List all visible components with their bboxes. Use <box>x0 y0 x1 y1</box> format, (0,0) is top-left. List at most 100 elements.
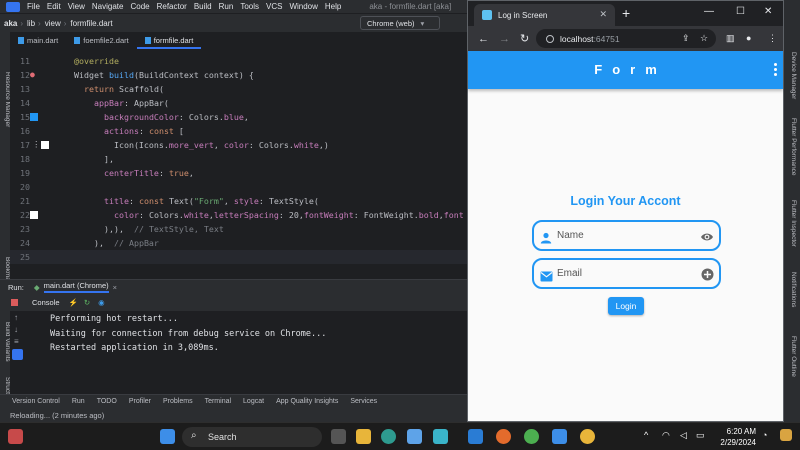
menu-help[interactable]: Help <box>325 2 341 11</box>
menu-code[interactable]: Code <box>130 2 149 11</box>
notifications-tool[interactable]: Notifications <box>787 272 797 307</box>
volume-icon[interactable]: ◁ <box>680 430 687 441</box>
site-info-icon[interactable] <box>546 34 554 43</box>
vscode-icon[interactable] <box>468 429 483 444</box>
add-circle-icon[interactable] <box>701 268 714 286</box>
breadcrumb-lib[interactable]: lib <box>27 19 35 28</box>
menu-window[interactable]: Window <box>289 2 317 11</box>
menu-refactor[interactable]: Refactor <box>157 2 187 11</box>
battery-icon[interactable]: ▭ <box>696 430 705 441</box>
line-number: 12 <box>20 70 30 80</box>
share-icon[interactable]: ⇪ <box>682 33 690 44</box>
side-panel-icon[interactable]: ▥ <box>726 33 735 44</box>
color-swatch-icon[interactable] <box>41 141 49 149</box>
email-field[interactable]: Email <box>532 258 721 289</box>
tool-profiler[interactable]: Profiler <box>129 398 151 405</box>
console-output[interactable]: Performing hot restart... Waiting for co… <box>26 311 467 394</box>
tool-terminal[interactable]: Terminal <box>205 398 231 405</box>
visibility-icon[interactable] <box>700 230 714 248</box>
start-icon[interactable] <box>160 429 175 444</box>
file-explorer-icon[interactable] <box>356 429 371 444</box>
login-button[interactable]: Login <box>608 297 644 315</box>
line-number: 22 <box>20 210 30 220</box>
scroll-to-end-icon[interactable] <box>12 349 23 360</box>
name-field[interactable]: Name <box>532 220 721 251</box>
chrome-menu-icon[interactable]: ⋮ <box>768 33 777 44</box>
close-icon[interactable]: × <box>113 283 117 292</box>
hot-reload-icon[interactable]: ⚡ <box>69 298 78 307</box>
minimize-icon[interactable]: — <box>704 6 714 17</box>
wifi-icon[interactable]: ◠ <box>662 430 670 441</box>
menu-tools[interactable]: Tools <box>240 2 259 11</box>
taskbar-search[interactable]: ⌕ Search <box>182 427 322 447</box>
tool-version-control[interactable]: Version Control <box>12 398 60 405</box>
profile-icon[interactable]: ● <box>746 33 751 43</box>
menu-file[interactable]: File <box>27 2 40 11</box>
soft-wrap-icon[interactable]: ≡ <box>14 337 26 346</box>
tool-problems[interactable]: Problems <box>163 398 193 405</box>
edge-icon[interactable] <box>381 429 396 444</box>
browser-tab[interactable]: Log in Screen ✕ <box>474 4 615 26</box>
color-swatch-icon[interactable] <box>30 211 38 219</box>
more-vert-icon[interactable] <box>774 63 778 76</box>
hot-restart-icon[interactable]: ↻ <box>84 298 90 307</box>
close-tab-icon[interactable]: ✕ <box>599 9 607 20</box>
color-swatch-icon[interactable] <box>30 113 38 121</box>
back-icon[interactable]: ← <box>478 33 489 45</box>
tool-todo[interactable]: TODO <box>97 398 117 405</box>
breadcrumb-project[interactable]: aka <box>4 19 17 28</box>
firefox-icon[interactable] <box>496 429 511 444</box>
menu-edit[interactable]: Edit <box>47 2 61 11</box>
tab-foemfile2-dart[interactable]: foemfile2.dart <box>66 33 136 49</box>
task-view-icon[interactable] <box>331 429 346 444</box>
console-line: Performing hot restart... <box>50 314 178 324</box>
page-viewport: Form Login Your Accont Name Email Login <box>468 51 783 421</box>
show-hidden-icons-icon[interactable]: ^ <box>644 430 648 440</box>
flutter-inspector-tool[interactable]: Flutter Inspector <box>787 200 797 247</box>
line-number: 20 <box>20 182 30 192</box>
forward-icon[interactable]: → <box>499 33 510 45</box>
name-placeholder: Name <box>557 230 584 241</box>
console-tab[interactable]: Console <box>32 298 60 307</box>
code-editor[interactable]: 11 @override 12 ● Widget build(BuildCont… <box>10 50 467 278</box>
url-host: localhost <box>560 33 594 44</box>
tool-logcat[interactable]: Logcat <box>243 398 264 405</box>
devtools-icon[interactable]: ◉ <box>98 298 105 307</box>
menu-navigate[interactable]: Navigate <box>92 2 124 11</box>
android-studio-icon[interactable] <box>407 429 422 444</box>
copilot-icon[interactable] <box>780 429 792 441</box>
breadcrumb-file[interactable]: formfile.dart <box>70 19 112 28</box>
stop-icon[interactable] <box>11 299 18 306</box>
maximize-icon[interactable]: ☐ <box>736 6 745 17</box>
tab-formfile-dart[interactable]: formfile.dart <box>136 33 202 49</box>
device-manager-tool[interactable]: Device Manager <box>787 52 797 99</box>
notepad-icon[interactable] <box>552 429 567 444</box>
run-config-tab[interactable]: main.dart (Chrome) <box>43 281 109 293</box>
chrome-icon[interactable] <box>524 429 539 444</box>
new-tab-icon[interactable]: + <box>622 5 630 21</box>
tool-app-quality-insights[interactable]: App Quality Insights <box>276 398 338 405</box>
menu-view[interactable]: View <box>68 2 85 11</box>
down-arrow-icon[interactable]: ↓ <box>14 325 26 334</box>
taskbar-clock[interactable]: 6:20 AM 2/29/2024 <box>716 426 756 448</box>
tool-services[interactable]: Services <box>350 398 377 405</box>
flutter-performance-tool[interactable]: Flutter Performance <box>787 118 797 175</box>
device-selector[interactable]: Chrome (web) ▾ <box>360 16 440 30</box>
chrome-active-icon[interactable] <box>580 429 595 444</box>
up-arrow-icon[interactable]: ↑ <box>14 313 26 322</box>
widgets-icon[interactable] <box>8 429 23 444</box>
menu-build[interactable]: Build <box>194 2 212 11</box>
bookmark-star-icon[interactable]: ☆ <box>700 33 708 44</box>
override-gutter-icon[interactable]: ● <box>30 70 35 79</box>
close-window-icon[interactable]: ✕ <box>764 6 772 17</box>
reload-icon[interactable]: ↻ <box>520 32 529 45</box>
app-icon[interactable] <box>433 429 448 444</box>
tab-main-dart[interactable]: main.dart <box>10 33 66 49</box>
menu-run[interactable]: Run <box>219 2 234 11</box>
tool-run[interactable]: Run <box>72 398 85 405</box>
menu-vcs[interactable]: VCS <box>266 2 282 11</box>
console-line: Restarted application in 3,089ms. <box>50 343 219 353</box>
breadcrumb-view[interactable]: view <box>45 19 61 28</box>
flutter-outline-tool[interactable]: Flutter Outline <box>787 336 797 377</box>
notification-bell-icon[interactable]: ◔ <box>762 430 767 440</box>
